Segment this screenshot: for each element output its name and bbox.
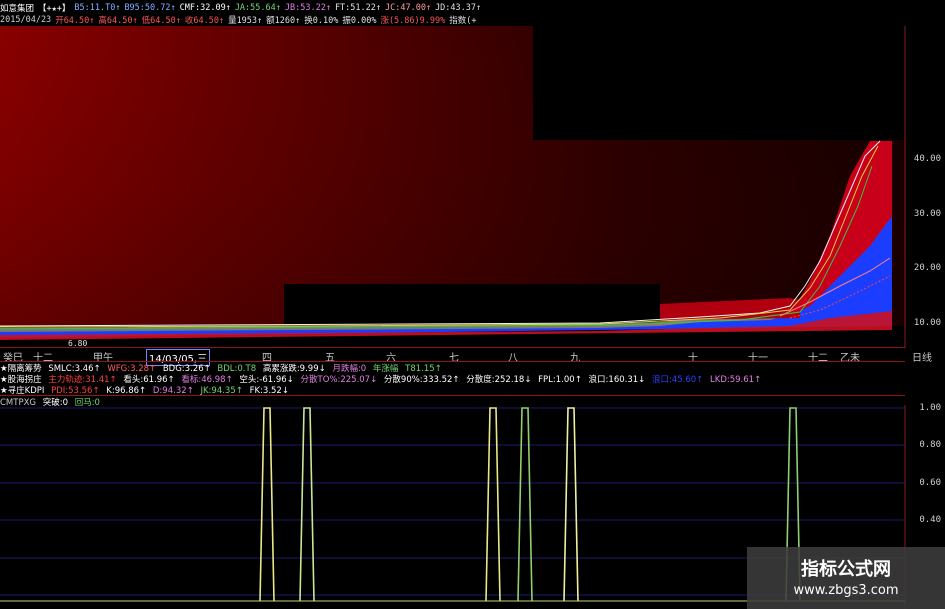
y-tick-10: 10.00 — [913, 318, 941, 328]
ind2-lkd: LKD:59.61↑ — [710, 375, 762, 385]
hq-jb: JB:53.22↑ — [284, 3, 331, 13]
y-tick-30: 30.00 — [913, 209, 941, 219]
date-label: 2015/04/23 — [0, 15, 52, 25]
indicator-row-2: ★股海拐庄 主力轨迹:31.41↑ 看头:61.96↑ 看标:46.98↑ 空头… — [0, 373, 765, 385]
indicator-row-1: ★隔离筹势 SMLC:3.46↑ WFG:3.28↑ BDG:3.26↑ BDL… — [0, 362, 446, 374]
ind2-langkou2: 浪口:45.60↑ — [651, 375, 704, 385]
ind2-fensan-to: 分散TO%:225.07↓ — [300, 375, 378, 385]
hq-cmf: CMF:32.09↑ — [179, 3, 231, 13]
hq-jd: JD:43.37↑ — [435, 3, 482, 13]
ind2-fpl: FPL:1.00↑ — [538, 375, 582, 385]
hq-jc: JC:47.00↑ — [385, 3, 432, 13]
stars-badge: 【+★+】 — [38, 4, 71, 14]
price-chart[interactable] — [0, 26, 945, 348]
period-axis-top — [0, 347, 905, 348]
indicator-row-3: ★寻庄KDPI PDI:53.56↑ K:96.86↑ D:94.32↑ JK:… — [0, 384, 293, 396]
change: 涨(5.86)9.99% — [380, 16, 446, 26]
amplitude: 振0.00% — [342, 16, 377, 26]
lower-y-tick-100: 1.00 — [919, 403, 941, 413]
black-block-top — [533, 26, 945, 140]
watermark-url: www.zbgs3.com — [793, 583, 899, 598]
index-label: 指数(+ — [449, 16, 477, 26]
header-line2: 2015/04/23 开64.50↑ 高64.50↑ 低64.50↑ 收64.5… — [0, 14, 480, 26]
lower-y-tick-080: 0.80 — [919, 440, 941, 450]
watermark-title: 指标公式网 — [801, 559, 891, 580]
lower-y-tick-060: 0.60 — [919, 478, 941, 488]
ind2-fensan-90: 分散90%:333.52↑ — [383, 375, 460, 385]
black-block-mid — [284, 284, 660, 324]
hq-b5: B5:11.T0↑ — [74, 3, 121, 13]
y-tick-20: 20.00 — [913, 263, 941, 273]
close-price: 收64.50↑ — [184, 16, 225, 26]
amount: 额1260↑ — [266, 16, 301, 26]
indicator-separator — [0, 395, 905, 396]
ind2-langkou: 浪口:160.31↓ — [588, 375, 646, 385]
high-price: 高64.50↑ — [98, 16, 138, 26]
stock-name: 如意集团 — [0, 4, 35, 14]
hq-b95: B95:50.72↑ — [124, 3, 176, 13]
low-price: 低64.50↑ — [141, 16, 181, 26]
open-price: 开64.50↑ — [55, 16, 95, 26]
period-mode-button[interactable]: 日线 — [912, 349, 932, 364]
turnover: 换0.10% — [304, 16, 339, 26]
site-watermark: 指标公式网 www.zbgs3.com — [747, 547, 945, 609]
header-line1: 如意集团 【+★+】 B5:11.T0↑ B95:50.72↑ CMF:32.0… — [0, 2, 485, 14]
hq-ft: FT:51.22↑ — [334, 3, 381, 13]
hq-ja: JA:55.64↑ — [234, 3, 281, 13]
lower-y-tick-040: 0.40 — [919, 515, 941, 525]
y-tick-40: 40.00 — [913, 154, 941, 164]
ind2-fensandu: 分散度:252.18↓ — [466, 375, 532, 385]
volume: 量1953↑ — [228, 16, 263, 26]
signal-pulses — [259, 407, 801, 602]
